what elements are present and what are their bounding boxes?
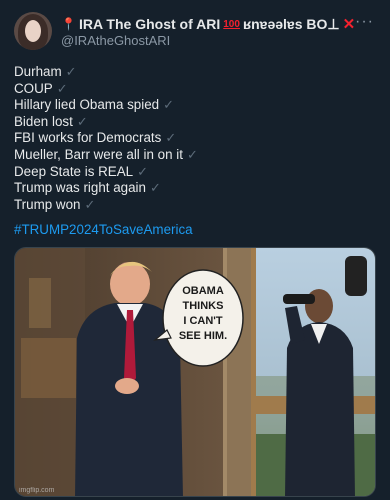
line-text: Trump was right again: [14, 180, 146, 196]
text-line: Mueller, Barr were all in on it ✓: [14, 147, 198, 164]
avatar-face: [25, 20, 41, 42]
media-image[interactable]: OBAMA THINKS I CAN'T SEE HIM. imgflip.co…: [14, 247, 376, 497]
window-mullion: [251, 248, 256, 496]
tweet-text: Durham ✓ COUP ✓ Hillary lied Obama spied ✓ …: [14, 64, 198, 213]
bubble-line: SEE HIM.: [179, 330, 227, 342]
red-x-icon: ✕: [342, 16, 356, 33]
check-mark-icon: ✓: [163, 97, 175, 113]
text-line: Trump was right again ✓: [14, 180, 198, 197]
text-line: Durham ✓: [14, 64, 198, 81]
meme-illustration: OBAMA THINKS I CAN'T SEE HIM.: [15, 248, 375, 496]
figure-right-suit: [285, 322, 355, 496]
wall-ornament: [29, 278, 51, 328]
check-mark-icon: ✓: [186, 146, 198, 162]
check-mark-icon: ✓: [84, 196, 96, 212]
line-text: Deep State is REAL: [14, 163, 134, 179]
line-text: FBI works for Democrats: [14, 130, 162, 146]
text-line: Hillary lied Obama spied ✓: [14, 97, 198, 114]
text-line: Biden lost ✓: [14, 114, 198, 131]
hashtag-link[interactable]: #TRUMP2024ToSaveAmerica: [14, 222, 193, 237]
more-options-icon[interactable]: ···: [355, 13, 374, 31]
binoculars: [283, 294, 315, 304]
line-text: Trump won: [14, 196, 81, 212]
text-line: FBI works for Democrats ✓: [14, 130, 198, 147]
bubble-line: OBAMA: [182, 285, 224, 297]
line-text: Mueller, Barr were all in on it: [14, 146, 183, 162]
line-text: Durham: [14, 64, 62, 79]
avatar[interactable]: [14, 12, 52, 50]
line-text: Biden lost: [14, 113, 73, 129]
display-name-suffix: ʁnɐǝǝlɐs BO⊥: [242, 15, 340, 32]
figure-left-hands: [115, 378, 139, 394]
display-name[interactable]: IRA The Ghost of ARI: [79, 16, 220, 32]
check-mark-icon: ✓: [137, 163, 148, 179]
check-mark-icon: ✓: [65, 64, 77, 79]
check-mark-icon: ✓: [56, 80, 68, 96]
ornate-table: [21, 338, 76, 398]
bubble-line: THINKS: [183, 300, 224, 312]
figure-left-head: [110, 262, 150, 306]
line-text: Hillary lied Obama spied: [14, 97, 160, 113]
check-mark-icon: ✓: [165, 130, 177, 146]
author-name-row[interactable]: 📍 IRA The Ghost of ARI 100 ʁnɐǝǝlɐs BO⊥ …: [61, 15, 356, 34]
text-line: Deep State is REAL ✓: [14, 164, 198, 181]
check-mark-icon: ✓: [76, 113, 88, 129]
pushpin-icon: 📍: [61, 17, 76, 31]
image-watermark: imgflip.com: [19, 487, 55, 494]
hundred-points-icon: 100: [223, 18, 240, 30]
line-text: COUP: [14, 80, 53, 96]
author-handle[interactable]: @IRAtheGhostARI: [61, 33, 170, 48]
bubble-line: I CAN'T: [183, 315, 223, 327]
tweet-card[interactable]: 📍 IRA The Ghost of ARI 100 ʁnɐǝǝlɐs BO⊥ …: [0, 0, 390, 500]
check-mark-icon: ✓: [149, 180, 161, 196]
camera-lens: [345, 256, 367, 296]
text-line: Trump won ✓: [14, 197, 198, 214]
text-line: COUP ✓: [14, 81, 198, 98]
